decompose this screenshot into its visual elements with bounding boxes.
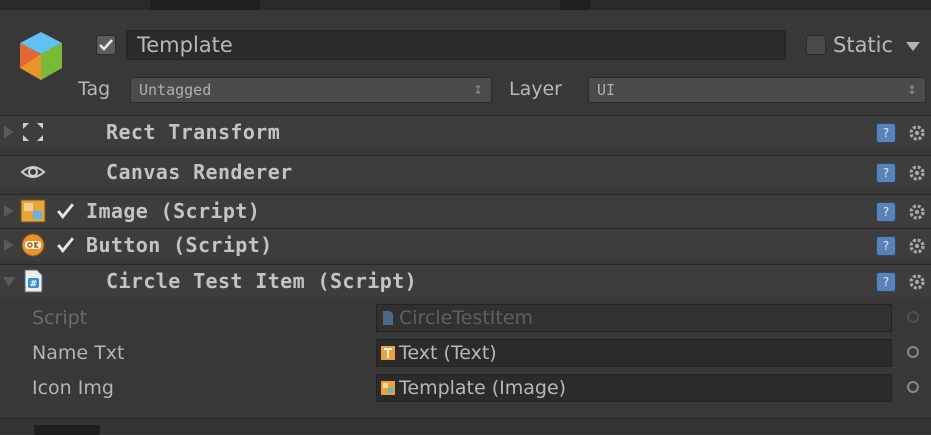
component-image[interactable]: Image (Script) ?	[0, 194, 931, 227]
rect-transform-icon	[23, 123, 43, 141]
static-label: Static	[833, 33, 894, 57]
object-picker-icon[interactable]	[907, 381, 919, 393]
component-title: Button (Script)	[86, 233, 273, 257]
field-row-icon-img: Icon Img Template (Image)	[0, 371, 931, 405]
button-ok-icon	[21, 233, 45, 257]
help-book-icon[interactable]: ?	[876, 123, 896, 143]
tag-value: Untagged	[139, 81, 212, 99]
field-row-script: Script CircleTestItem	[0, 301, 931, 335]
field-label: Script	[32, 307, 88, 329]
gear-icon[interactable]	[906, 235, 928, 257]
field-value: Text (Text)	[399, 342, 497, 364]
script-object-field: CircleTestItem	[376, 304, 892, 332]
name-txt-object-field[interactable]: Text (Text)	[376, 339, 892, 367]
static-dropdown-arrow-icon[interactable]	[906, 42, 920, 51]
field-value: Template (Image)	[399, 377, 567, 399]
help-book-icon[interactable]: ?	[876, 202, 896, 222]
object-picker-icon[interactable]	[907, 346, 919, 358]
object-picker-icon	[907, 311, 919, 323]
component-canvas-renderer[interactable]: Canvas Renderer ?	[0, 155, 931, 188]
static-checkbox[interactable]	[806, 35, 826, 55]
active-checkbox[interactable]	[96, 35, 116, 55]
checkmark-icon	[99, 39, 113, 51]
layer-value: UI	[597, 81, 616, 99]
text-component-icon	[381, 346, 395, 360]
object-name-input[interactable]: Template	[126, 30, 786, 60]
script-asset-icon	[383, 311, 393, 325]
gear-icon[interactable]	[906, 162, 928, 184]
field-row-name-txt: Name Txt Text (Text)	[0, 336, 931, 370]
gear-icon[interactable]	[906, 122, 928, 144]
field-value: CircleTestItem	[399, 307, 534, 329]
enabled-checkbox[interactable]	[56, 236, 74, 254]
foldout-arrow-icon[interactable]	[4, 205, 14, 217]
component-rect-transform[interactable]: Rect Transform ?	[0, 115, 931, 148]
svg-text:#: #	[30, 280, 38, 290]
gear-icon[interactable]	[906, 271, 928, 293]
tag-dropdown[interactable]: Untagged ↕	[130, 77, 492, 103]
gameobject-cube-icon	[20, 32, 62, 80]
component-circle-test-item[interactable]: # Circle Test Item (Script) ?	[0, 264, 931, 297]
csharp-script-icon: #	[24, 269, 43, 293]
dropdown-arrows-icon: ↕	[472, 83, 483, 97]
tag-label: Tag	[78, 78, 111, 100]
component-title: Circle Test Item (Script)	[106, 269, 418, 293]
checkmark-icon	[57, 237, 74, 253]
foldout-arrow-icon[interactable]	[4, 126, 14, 138]
layer-label: Layer	[509, 78, 562, 100]
field-label: Icon Img	[32, 377, 114, 399]
layer-dropdown[interactable]: UI ↕	[588, 77, 926, 103]
top-toolbar-strip	[0, 0, 931, 10]
image-icon	[20, 199, 46, 223]
eye-icon	[20, 166, 46, 178]
component-title: Canvas Renderer	[106, 160, 293, 184]
image-component-icon	[381, 381, 395, 395]
dropdown-arrows-icon: ↕	[906, 83, 917, 97]
icon-img-object-field[interactable]: Template (Image)	[376, 374, 892, 402]
component-title: Image (Script)	[86, 199, 261, 223]
foldout-arrow-icon[interactable]	[4, 239, 14, 251]
checkmark-icon	[57, 203, 74, 219]
bottom-strip	[0, 418, 931, 435]
help-book-icon[interactable]: ?	[876, 272, 896, 292]
field-label: Name Txt	[32, 342, 125, 364]
inspector-header: Template Static Tag Untagged ↕ Layer UI …	[0, 10, 931, 118]
help-book-icon[interactable]: ?	[876, 163, 896, 183]
help-book-icon[interactable]: ?	[876, 236, 896, 256]
foldout-arrow-expanded-icon[interactable]	[3, 277, 15, 287]
enabled-checkbox[interactable]	[56, 202, 74, 220]
component-title: Rect Transform	[106, 120, 281, 144]
gear-icon[interactable]	[906, 201, 928, 223]
component-button[interactable]: Button (Script) ?	[0, 228, 931, 261]
